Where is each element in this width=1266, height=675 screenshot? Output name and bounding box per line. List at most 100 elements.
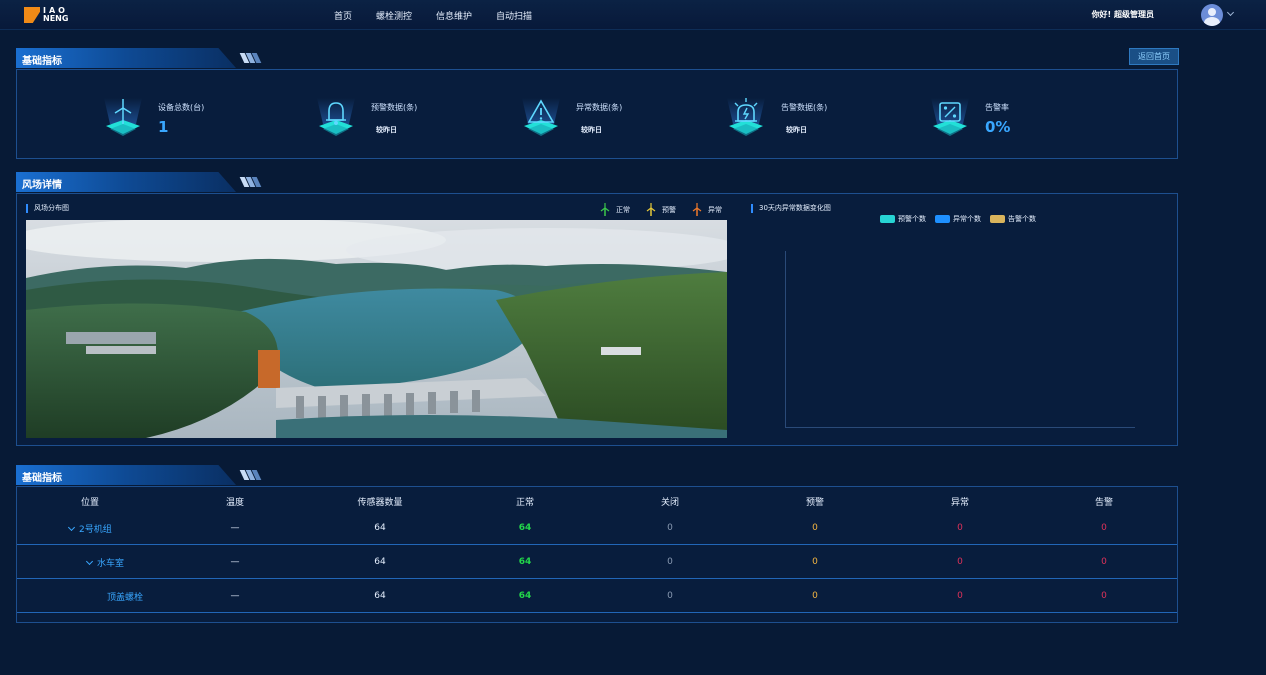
stat-alarm-rate: 告警率 0%	[923, 96, 1083, 141]
column-header-closed: 关闭	[660, 498, 680, 508]
cell-temperature: —	[230, 523, 240, 533]
legend-swatch	[935, 215, 950, 223]
cell-warning: 0	[812, 591, 818, 601]
legend-swatch	[880, 215, 895, 223]
map-legend-abnormal: 异常	[692, 203, 722, 216]
cell-alarm: 0	[1101, 523, 1107, 533]
section-tab: 基础指标	[16, 465, 236, 485]
app-logo[interactable]: IAO NENG	[24, 5, 68, 25]
chart-legend-warning-count: 预警个数	[880, 214, 926, 224]
cell-sensor-count: 64	[374, 523, 386, 533]
decorative-stripes	[239, 53, 262, 63]
top-navigation-bar: IAO NENG 首页 螺栓测控 信息维护 自动扫描 你好! 超级管理员	[0, 0, 1266, 30]
decorative-stripes	[239, 470, 262, 480]
column-header-normal: 正常	[515, 498, 535, 508]
chevron-down-icon[interactable]	[1226, 8, 1235, 17]
section-header-basic-indicators: 基础指标	[16, 48, 1178, 70]
cell-closed: 0	[667, 591, 673, 601]
legend-label: 正常	[616, 205, 630, 214]
warning-triangle-icon	[522, 98, 560, 136]
section-title: 基础指标	[22, 56, 62, 67]
legend-label: 预警	[662, 205, 676, 214]
stat-label: 异常数据(条)	[576, 103, 623, 112]
map-legend-warning: 预警	[646, 203, 676, 216]
percent-icon	[931, 98, 969, 136]
section-header-windfarm-details: 风场详情	[16, 172, 1178, 194]
column-header-warning: 预警	[805, 498, 825, 508]
nav-item-bolt-monitoring[interactable]: 螺栓测控	[376, 9, 412, 22]
logo-line-2: NENG	[43, 14, 69, 23]
section-tab: 风场详情	[16, 172, 236, 192]
tree-node-location[interactable]: 2号机组	[67, 522, 112, 535]
turbine-warning-icon	[646, 203, 656, 216]
stat-compare-label: 较昨日	[581, 126, 602, 134]
user-greeting: 你好! 超级管理员	[1091, 10, 1154, 19]
cell-warning: 0	[812, 557, 818, 567]
avatar-head-shape	[1208, 8, 1216, 16]
back-to-home-button[interactable]: 返回首页	[1129, 48, 1179, 65]
cell-abnormal: 0	[957, 557, 963, 567]
section-title: 风场详情	[22, 180, 62, 191]
column-header-alarm: 告警	[1094, 498, 1114, 508]
nav-item-info-maintenance[interactable]: 信息维护	[436, 9, 472, 22]
decorative-stripes	[239, 177, 262, 187]
alarm-light-icon	[727, 98, 765, 136]
section-header-basic-indicators-table: 基础指标	[16, 465, 1178, 487]
cell-closed: 0	[667, 557, 673, 567]
location-label: 2号机组	[79, 525, 112, 535]
turbine-normal-icon	[600, 203, 610, 216]
cell-abnormal: 0	[957, 591, 963, 601]
section-title: 基础指标	[22, 473, 62, 484]
cell-normal: 64	[518, 523, 532, 533]
cell-temperature: —	[230, 557, 240, 567]
wind-turbine-icon	[104, 98, 142, 136]
map-title: 风场分布图	[26, 204, 69, 213]
legend-label: 异常	[708, 205, 722, 214]
stat-label: 设备总数(台)	[158, 103, 205, 112]
chart-legend-alarm-count: 告警个数	[990, 214, 1036, 224]
tree-node-location[interactable]: 水车室	[85, 556, 124, 569]
stat-compare-label: 较昨日	[786, 126, 807, 134]
bell-icon	[317, 98, 355, 136]
cell-abnormal: 0	[957, 523, 963, 533]
avatar-body-shape	[1204, 17, 1220, 26]
stat-warning-data: 预警数据(条) 较昨日	[309, 96, 469, 141]
main-nav: 首页 螺栓测控 信息维护 自动扫描	[334, 9, 556, 22]
column-header-abnormal: 异常	[950, 498, 970, 508]
anomaly-trend-chart-area	[785, 251, 1135, 428]
stat-label: 告警数据(条)	[781, 103, 828, 112]
cell-normal: 64	[518, 557, 532, 567]
chevron-down-icon[interactable]	[85, 557, 94, 566]
cell-temperature: —	[230, 591, 240, 601]
table-row[interactable]: 水车室 — 64 64 0 0 0 0	[17, 546, 1177, 579]
logo-mark-icon	[24, 7, 40, 23]
cell-closed: 0	[667, 523, 673, 533]
legend-label: 告警个数	[1008, 215, 1036, 223]
column-header-temperature: 温度	[225, 498, 245, 508]
cell-alarm: 0	[1101, 557, 1107, 567]
legend-label: 异常个数	[953, 215, 981, 223]
section-tab: 基础指标	[16, 48, 236, 68]
stat-device-total: 设备总数(台) 1	[96, 96, 256, 141]
tree-node-location[interactable]: 顶盖螺栓	[107, 590, 143, 603]
nav-item-auto-scan[interactable]: 自动扫描	[496, 9, 532, 22]
table-row[interactable]: 2号机组 — 64 64 0 0 0 0	[17, 512, 1177, 545]
chevron-down-icon[interactable]	[67, 523, 76, 532]
legend-swatch	[990, 215, 1005, 223]
legend-label: 预警个数	[898, 215, 926, 223]
stat-abnormal-data: 异常数据(条) 较昨日	[514, 96, 674, 141]
user-avatar[interactable]	[1201, 4, 1223, 26]
windfarm-map-photo[interactable]	[26, 220, 727, 438]
chart-title: 30天内异常数据变化图	[751, 204, 831, 213]
turbine-abnormal-icon	[692, 203, 702, 216]
cell-sensor-count: 64	[374, 591, 386, 601]
cell-normal: 64	[518, 591, 532, 601]
stat-compare-label: 较昨日	[376, 126, 397, 134]
stat-value: 0%	[985, 118, 1011, 136]
logo-text: IAO NENG	[43, 7, 68, 23]
nav-item-home[interactable]: 首页	[334, 9, 352, 22]
table-header: 位置 温度 传感器数量 正常 关闭 预警 异常 告警	[17, 488, 1177, 512]
table-row[interactable]: 顶盖螺栓 — 64 64 0 0 0 0	[17, 580, 1177, 613]
stat-label: 预警数据(条)	[371, 103, 418, 112]
location-label: 顶盖螺栓	[107, 593, 144, 603]
